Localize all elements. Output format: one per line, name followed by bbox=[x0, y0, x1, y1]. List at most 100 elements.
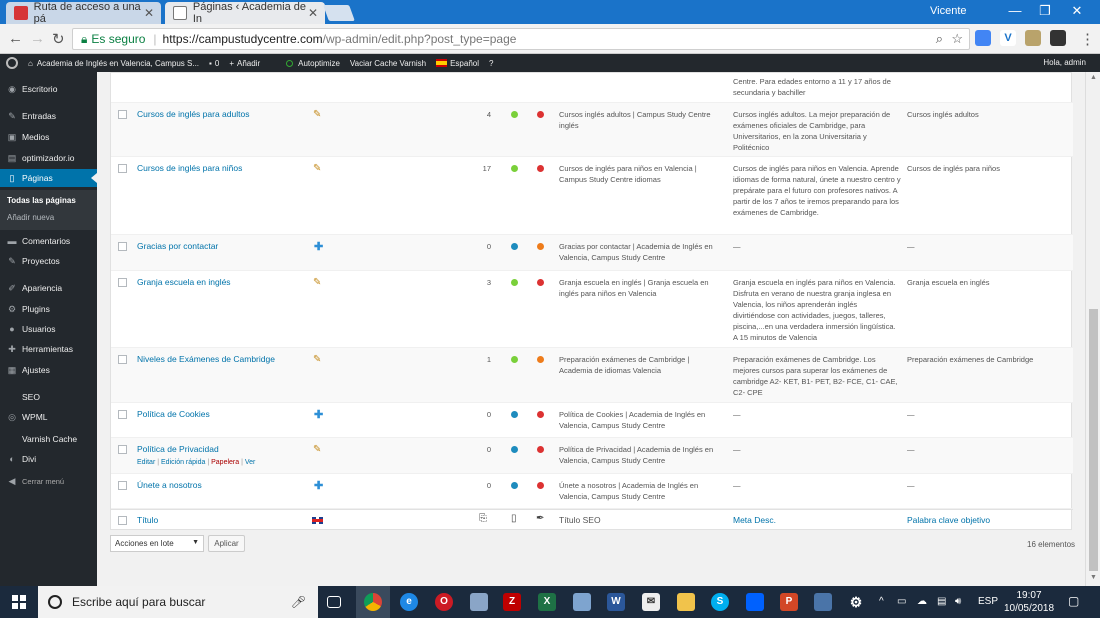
focus-keyword-header[interactable]: Palabra clave objetivo bbox=[907, 515, 990, 525]
comments-link[interactable]: ▪ 0 bbox=[209, 59, 219, 68]
page-scrollbar[interactable]: ▲ ▼ bbox=[1085, 72, 1100, 586]
meta-desc-header[interactable]: Meta Desc. bbox=[733, 515, 776, 525]
page-title-link[interactable]: Política de Privacidad bbox=[137, 444, 219, 454]
sidebar-collapse-menu[interactable]: ◀ Cerrar menú bbox=[0, 472, 97, 490]
notifications-icon[interactable]: ▢ bbox=[1068, 594, 1079, 608]
links-out-icon[interactable]: ⎘ bbox=[479, 513, 487, 524]
sidebar-item-divi[interactable]: ◐ Divi bbox=[0, 450, 97, 468]
reload-icon[interactable]: ↻ bbox=[52, 30, 65, 48]
scroll-down-icon[interactable]: ▼ bbox=[1090, 574, 1097, 581]
task-view-icon[interactable] bbox=[327, 596, 341, 608]
apply-button[interactable]: Aplicar bbox=[208, 535, 245, 552]
opera-icon[interactable]: O bbox=[435, 593, 453, 611]
start-button[interactable] bbox=[0, 586, 38, 618]
row-checkbox[interactable] bbox=[118, 242, 127, 251]
tray-expand-icon[interactable]: ^ bbox=[879, 596, 884, 607]
sidebar-item-entradas[interactable]: ✎ Entradas bbox=[0, 107, 97, 125]
layers-extension-icon[interactable] bbox=[1050, 30, 1066, 46]
page-title-link[interactable]: Niveles de Exámenes de Cambridge bbox=[137, 354, 275, 364]
volume-icon[interactable]: 🔊︎ bbox=[955, 596, 961, 607]
greeting-link[interactable]: Hola, admin bbox=[1043, 58, 1086, 67]
sidebar-item-plugins[interactable]: ⚙ Plugins bbox=[0, 300, 97, 318]
bookmark-star-icon[interactable]: ☆ bbox=[951, 31, 963, 47]
language-indicator[interactable]: ESP bbox=[978, 596, 998, 607]
row-checkbox[interactable] bbox=[118, 445, 127, 454]
trash-link[interactable]: Papelera bbox=[211, 459, 239, 466]
view-link[interactable]: Ver bbox=[245, 459, 256, 466]
minimize-icon[interactable]: — bbox=[1000, 3, 1030, 18]
browser-tab-2[interactable]: Páginas ‹ Academia de In ✕ bbox=[165, 1, 325, 25]
row-checkbox[interactable] bbox=[118, 355, 127, 364]
sidebar-item-varnish[interactable]: Varnish Cache bbox=[0, 430, 97, 448]
page-title-link[interactable]: Gracias por contactar bbox=[137, 241, 218, 251]
page-title-link[interactable]: Granja escuela en inglés bbox=[137, 277, 231, 287]
paint-icon[interactable] bbox=[470, 593, 488, 611]
row-checkbox[interactable] bbox=[118, 164, 127, 173]
browser-menu-icon[interactable]: ⋮ bbox=[1080, 30, 1095, 48]
sidebar-item-optimizador[interactable]: ▤ optimizador.io bbox=[0, 149, 97, 167]
quill-icon[interactable]: ✒ bbox=[536, 513, 544, 524]
pen-extension-icon[interactable] bbox=[1025, 30, 1041, 46]
language-switcher[interactable]: Español bbox=[436, 59, 479, 68]
row-checkbox[interactable] bbox=[118, 278, 127, 287]
quick-edit-link[interactable]: Edición rápida bbox=[161, 459, 205, 466]
skype-icon[interactable]: S bbox=[711, 593, 729, 611]
v-extension-icon[interactable]: V bbox=[1000, 30, 1016, 46]
submenu-all-pages[interactable]: Todas las páginas bbox=[7, 196, 76, 205]
translate-extension-icon[interactable] bbox=[975, 30, 991, 46]
page-title-link[interactable]: Únete a nosotros bbox=[137, 480, 202, 490]
close-window-icon[interactable]: ✕ bbox=[1062, 3, 1092, 19]
sidebar-item-wpml[interactable]: ◎ WPML bbox=[0, 408, 97, 426]
sidebar-item-medios[interactable]: ▣ Medios bbox=[0, 128, 97, 146]
filezilla-icon[interactable]: Z bbox=[503, 593, 521, 611]
scroll-thumb[interactable] bbox=[1089, 309, 1098, 571]
microphone-icon[interactable]: 🎤︎ bbox=[291, 595, 306, 609]
page-title-link[interactable]: Política de Cookies bbox=[137, 409, 210, 419]
mail-icon[interactable]: ✉ bbox=[642, 593, 660, 611]
dropbox-icon[interactable] bbox=[746, 593, 764, 611]
wordpress-logo-icon[interactable] bbox=[6, 57, 18, 69]
system-clock[interactable]: 19:07 10/05/2018 bbox=[1002, 589, 1056, 615]
cloud-icon[interactable]: ☁ bbox=[917, 596, 927, 607]
sidebar-item-comentarios[interactable]: ▬ Comentarios bbox=[0, 232, 97, 250]
add-new-link[interactable]: + Añadir bbox=[229, 59, 260, 68]
settings-gear-icon[interactable]: ⚙ bbox=[847, 593, 865, 611]
back-icon[interactable]: ← bbox=[8, 30, 23, 47]
row-checkbox[interactable] bbox=[118, 410, 127, 419]
autoptimize-link[interactable]: Autoptimize bbox=[286, 59, 340, 68]
powerpoint-icon[interactable]: P bbox=[780, 593, 798, 611]
excel-icon[interactable]: X bbox=[538, 593, 556, 611]
edge-icon[interactable]: e bbox=[400, 593, 418, 611]
submenu-add-new[interactable]: Añadir nueva bbox=[7, 213, 54, 222]
taskbar-search-box[interactable]: Escribe aquí para buscar 🎤︎ bbox=[38, 586, 318, 618]
edit-link[interactable]: Editar bbox=[137, 459, 155, 466]
forward-icon[interactable]: → bbox=[30, 30, 45, 47]
zoom-icon[interactable]: ⌕ bbox=[936, 31, 943, 47]
notes-icon[interactable] bbox=[814, 593, 832, 611]
new-tab-button[interactable] bbox=[323, 5, 355, 21]
sidebar-item-seo[interactable]: SEO bbox=[0, 388, 97, 406]
address-bar[interactable]: 🔒︎ Es seguro | https://campustudycentre.… bbox=[72, 28, 970, 50]
browser-tab-1[interactable]: Ruta de acceso a una pá ✕ bbox=[6, 1, 161, 25]
sidebar-item-herramientas[interactable]: ✚ Herramientas bbox=[0, 340, 97, 358]
traffic-light-icon[interactable]: ▯ bbox=[511, 513, 517, 524]
scroll-up-icon[interactable]: ▲ bbox=[1090, 74, 1097, 81]
bulk-actions-select[interactable]: Acciones en lote ▼ bbox=[110, 535, 204, 552]
close-tab-icon[interactable]: ✕ bbox=[144, 6, 154, 20]
select-all-checkbox[interactable] bbox=[118, 516, 127, 525]
maximize-icon[interactable]: ❐ bbox=[1030, 3, 1060, 19]
sidebar-item-paginas[interactable]: ▯ Páginas bbox=[0, 169, 97, 187]
battery-icon[interactable]: ▭ bbox=[897, 596, 906, 607]
row-checkbox[interactable] bbox=[118, 481, 127, 490]
sort-title-link[interactable]: Título bbox=[137, 515, 158, 525]
document-icon[interactable] bbox=[573, 593, 591, 611]
sidebar-item-ajustes[interactable]: ▦ Ajustes bbox=[0, 361, 97, 379]
word-icon[interactable]: W bbox=[607, 593, 625, 611]
close-tab-icon[interactable]: ✕ bbox=[308, 6, 318, 20]
seo-title-header[interactable]: Título SEO bbox=[559, 515, 601, 525]
browser-profile-name[interactable]: Vicente bbox=[930, 5, 967, 17]
sidebar-item-proyectos[interactable]: ✎ Proyectos bbox=[0, 252, 97, 270]
folder-icon[interactable] bbox=[677, 593, 695, 611]
sidebar-item-escritorio[interactable]: ◉ Escritorio bbox=[0, 80, 97, 98]
varnish-purge-link[interactable]: Vaciar Cache Varnish bbox=[350, 59, 426, 68]
